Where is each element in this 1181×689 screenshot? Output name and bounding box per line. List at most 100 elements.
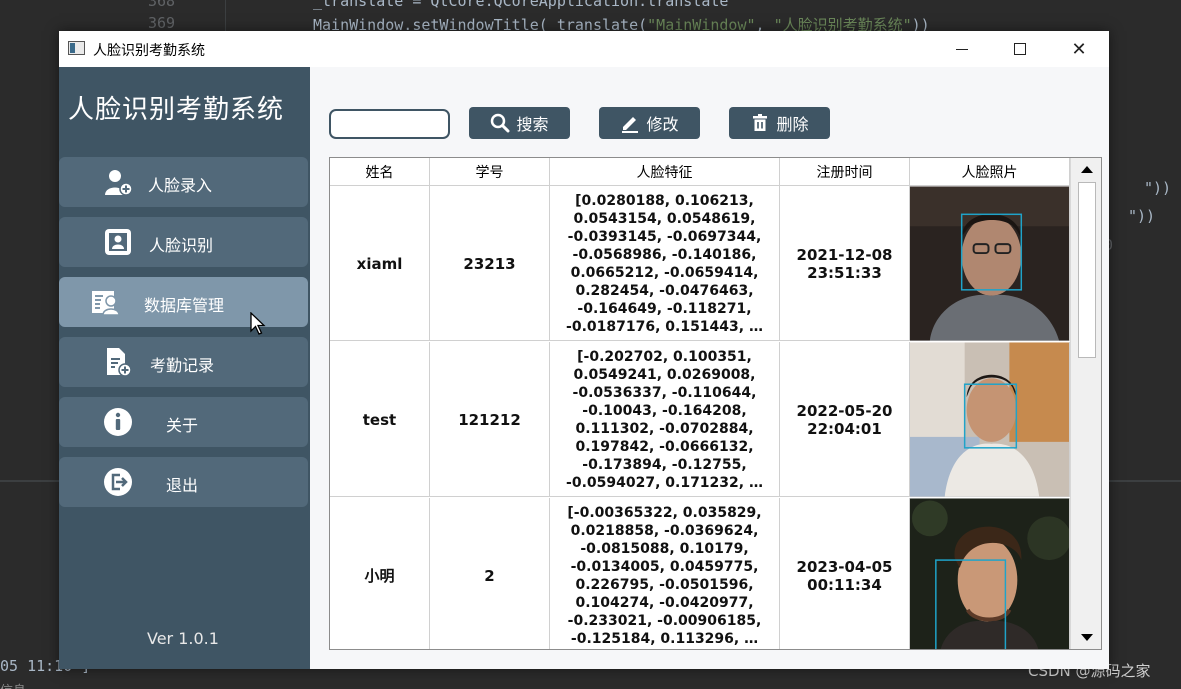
register-date: 2022-05-20 — [796, 401, 893, 420]
sidebar-item-database[interactable]: 数据库管理 — [59, 277, 308, 327]
cell-register-time[interactable]: 2022-05-20 22:04:01 — [780, 342, 910, 497]
column-header-register-time[interactable]: 注册时间 — [780, 158, 910, 186]
feature-line: 0.226795, -0.0501596, — [575, 576, 754, 593]
feature-line: -0.0134005, 0.0459775, — [570, 558, 759, 575]
register-time: 22:04:01 — [807, 419, 882, 438]
feature-line: 0.0218858, -0.0369624, — [570, 522, 759, 539]
column-header-features[interactable]: 人脸特征 — [550, 158, 780, 186]
database-user-icon — [92, 291, 120, 316]
face-photo — [910, 186, 1069, 341]
sidebar-item-exit[interactable]: 退出 — [59, 457, 308, 507]
sidebar-item-attendance[interactable]: 考勤记录 — [59, 337, 308, 387]
feature-line: -0.164649, -0.118271, — [577, 300, 752, 317]
app-window: 人脸识别考勤系统 ✕ 人脸识别考勤系统 人脸录入 人脸识别 数据库管理 考勤记录… — [59, 31, 1109, 669]
table-row[interactable]: 小明 2 [-0.00365322, 0.035829, 0.0218858, … — [330, 498, 1070, 649]
minimize-icon — [956, 48, 968, 50]
register-date: 2021-12-08 — [796, 245, 893, 264]
sidebar-item-label: 数据库管理 — [144, 296, 225, 315]
feature-line: -0.0568986, -0.140186, — [572, 246, 757, 263]
edit-button[interactable]: 修改 — [599, 107, 700, 139]
feature-line: 0.282454, -0.0476463, — [575, 282, 754, 299]
mouse-cursor-icon — [250, 312, 266, 335]
cell-features[interactable]: [-0.00365322, 0.035829, 0.0218858, -0.03… — [550, 498, 780, 649]
cell-name[interactable]: xiaml — [330, 186, 430, 341]
arrow-up-icon — [1080, 166, 1093, 173]
feature-line: -0.125184, 0.113296, … — [570, 630, 759, 647]
face-scan-icon — [105, 229, 131, 255]
ide-code-fragment: ")) — [1128, 207, 1156, 225]
table-scrollbar[interactable] — [1070, 158, 1101, 649]
edit-pencil-icon — [622, 117, 639, 133]
sidebar-item-label: 退出 — [166, 476, 199, 495]
delete-button[interactable]: 删除 — [729, 107, 830, 139]
maximize-icon — [1014, 43, 1026, 55]
feature-line: -0.0187176, 0.151443, … — [566, 318, 763, 335]
cell-student-id[interactable]: 2 — [430, 498, 550, 649]
sidebar: 人脸识别考勤系统 人脸录入 人脸识别 数据库管理 考勤记录 关于 退出 Ver … — [59, 67, 310, 669]
close-icon: ✕ — [1071, 38, 1087, 60]
ide-line-number: 368 — [148, 0, 176, 10]
sidebar-item-label: 人脸识别 — [149, 236, 214, 255]
feature-line: -0.233021, -0.00906185, — [567, 612, 762, 629]
register-date: 2023-04-05 — [796, 557, 893, 576]
feature-line: 0.0543154, 0.0548619, — [573, 210, 756, 227]
arrow-down-icon — [1080, 634, 1093, 641]
cell-photo[interactable] — [910, 342, 1070, 497]
sidebar-item-label: 人脸录入 — [148, 176, 213, 195]
feature-line: 0.0549241, 0.0269008, — [573, 366, 756, 383]
user-add-icon — [105, 170, 133, 196]
sidebar-item-face-recognition[interactable]: 人脸识别 — [59, 217, 308, 267]
search-input[interactable] — [329, 109, 450, 139]
face-photo — [910, 342, 1069, 497]
app-title: 人脸识别考勤系统 — [68, 95, 285, 125]
scroll-thumb[interactable] — [1078, 182, 1096, 358]
feature-line: -0.0393145, -0.0697344, — [567, 228, 762, 245]
main-panel: 搜索 修改 删除 姓名 学号 人脸特征 注册时间 人脸照片 xiaml 2321… — [310, 67, 1109, 669]
scroll-down-button[interactable] — [1071, 627, 1101, 649]
cell-features[interactable]: [-0.202702, 0.100351, 0.0549241, 0.02690… — [550, 342, 780, 497]
cell-photo[interactable] — [910, 498, 1070, 649]
logout-icon — [104, 468, 132, 496]
delete-button-label: 删除 — [776, 115, 809, 134]
cell-student-id[interactable]: 23213 — [430, 186, 550, 341]
feature-line: 0.0665212, -0.0659414, — [570, 264, 759, 281]
register-time: 00:11:34 — [807, 575, 882, 594]
feature-line: -0.0594027, 0.171232, … — [566, 474, 763, 491]
maximize-button[interactable] — [997, 31, 1043, 67]
cell-name[interactable]: 小明 — [330, 498, 430, 649]
ide-code-line: _translate = QtCore.QCoreApplication.tra… — [313, 0, 729, 10]
search-button-label: 搜索 — [516, 115, 549, 134]
cell-features[interactable]: [0.0280188, 0.106213, 0.0543154, 0.05486… — [550, 186, 780, 341]
minimize-button[interactable] — [939, 31, 985, 67]
table-row[interactable]: xiaml 23213 [0.0280188, 0.106213, 0.0543… — [330, 186, 1070, 341]
column-header-photo[interactable]: 人脸照片 — [910, 158, 1070, 186]
cell-register-time[interactable]: 2023-04-05 00:11:34 — [780, 498, 910, 649]
cell-photo[interactable] — [910, 186, 1070, 341]
search-button[interactable]: 搜索 — [469, 107, 570, 139]
sidebar-item-face-enroll[interactable]: 人脸录入 — [59, 157, 308, 207]
ide-console-line: 信息 — [0, 680, 60, 689]
feature-line: -0.10043, -0.164208, — [582, 402, 747, 419]
search-icon — [491, 113, 510, 133]
app-window-icon — [68, 41, 85, 55]
feature-line: -0.0536337, -0.110644, — [572, 384, 757, 401]
table-row[interactable]: test 121212 [-0.202702, 0.100351, 0.0549… — [330, 342, 1070, 497]
feature-line: -0.173894, -0.12755, — [582, 456, 747, 473]
cell-student-id[interactable]: 121212 — [430, 342, 550, 497]
register-time: 23:51:33 — [807, 263, 882, 282]
feature-line: [0.0280188, 0.106213, — [575, 192, 754, 209]
face-database-table[interactable]: 姓名 学号 人脸特征 注册时间 人脸照片 xiaml 23213 [0.0280… — [329, 157, 1102, 650]
cell-name[interactable]: test — [330, 342, 430, 497]
face-photo — [910, 498, 1069, 649]
column-header-name[interactable]: 姓名 — [330, 158, 430, 186]
table-header: 姓名 学号 人脸特征 注册时间 人脸照片 — [330, 158, 1070, 186]
ide-code-fragment: ")) — [1144, 179, 1172, 197]
document-add-icon — [107, 348, 132, 377]
title-bar[interactable]: 人脸识别考勤系统 ✕ — [59, 31, 1109, 67]
sidebar-item-about[interactable]: 关于 — [59, 397, 308, 447]
scroll-up-button[interactable] — [1071, 158, 1101, 180]
ide-line-number: 369 — [148, 14, 176, 32]
close-button[interactable]: ✕ — [1056, 31, 1102, 67]
column-header-student-id[interactable]: 学号 — [430, 158, 550, 186]
cell-register-time[interactable]: 2021-12-08 23:51:33 — [780, 186, 910, 341]
